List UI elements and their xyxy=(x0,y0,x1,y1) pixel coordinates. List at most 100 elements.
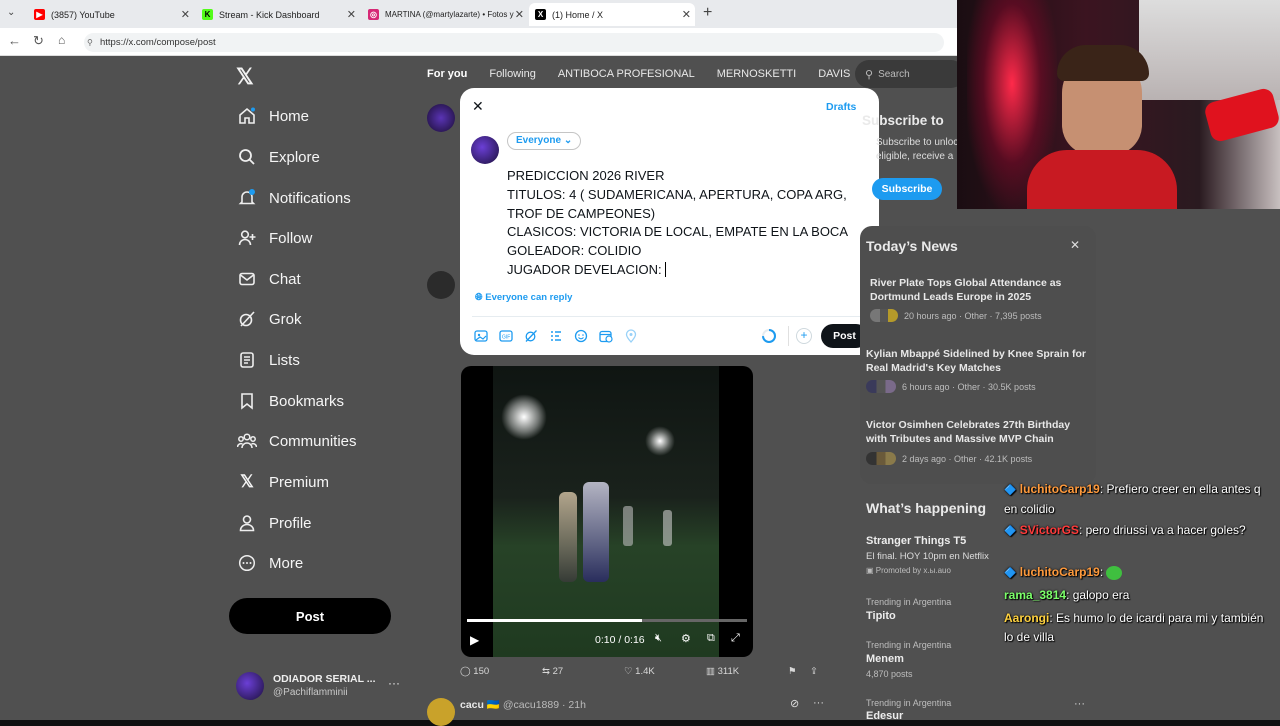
trend-title[interactable]: Edesur xyxy=(866,710,903,722)
browser-tab-instagram[interactable]: ◎ MARTINA (@martylazarte) • Fotos y ✕ xyxy=(362,3,528,26)
play-icon[interactable]: ▶ xyxy=(470,633,479,647)
share-icon[interactable]: ⇪ xyxy=(810,666,818,677)
tab-for-you[interactable]: For you xyxy=(427,68,467,80)
gif-icon[interactable]: GIF xyxy=(499,329,513,343)
x-favicon-icon: X xyxy=(535,9,546,20)
reload-icon[interactable]: ↻ xyxy=(33,33,44,49)
search-placeholder: Search xyxy=(878,68,910,80)
back-arrow-icon[interactable]: ← xyxy=(8,33,21,48)
more-dots-icon[interactable]: ··· xyxy=(813,697,824,709)
audience-label: Everyone xyxy=(516,135,562,146)
mute-icon[interactable]: 🔇︎ xyxy=(655,632,662,645)
sidebar-item-more[interactable]: More xyxy=(237,548,303,578)
tab-davis[interactable]: DAVIS xyxy=(818,68,850,80)
browser-tab-youtube[interactable]: ▶ (3857) YouTube ✕ xyxy=(28,3,194,26)
tab-close-icon[interactable]: ✕ xyxy=(515,8,524,21)
tab-list-chevron-icon[interactable]: ⌄ xyxy=(7,7,15,18)
reply-settings-button[interactable]: 🌐︎ Everyone can reply xyxy=(475,292,572,303)
sidebar-item-premium[interactable]: 𝕏 Premium xyxy=(237,467,329,497)
poll-icon[interactable] xyxy=(549,329,563,343)
bookmark-icon[interactable]: ⚑ xyxy=(788,666,797,677)
repost-button[interactable]: ⇆ 27 xyxy=(542,666,563,677)
subscribe-text: Subscribe to unloc xyxy=(876,137,959,148)
audience-selector[interactable]: Everyone ⌄ xyxy=(507,132,582,150)
view-count: 311K xyxy=(717,666,740,677)
sidebar-item-notifications[interactable]: Notifications xyxy=(237,183,351,213)
news-meta-text: 6 hours ago · Other · 30.5K posts xyxy=(902,381,1036,392)
trend-title[interactable]: Menem xyxy=(866,653,904,665)
x-logo-icon: 𝕏 xyxy=(240,472,254,491)
player-figure xyxy=(663,510,672,546)
reply-button[interactable]: ◯ 150 xyxy=(460,666,489,677)
views-button[interactable]: ▥ 311K xyxy=(706,666,739,677)
more-dots-icon[interactable]: ··· xyxy=(388,676,400,690)
url-text: https://x.com/compose/post xyxy=(100,37,216,48)
sidebar-item-bookmarks[interactable]: Bookmarks xyxy=(237,386,344,416)
avatar xyxy=(236,672,264,700)
url-input[interactable]: ⚲ https://x.com/compose/post xyxy=(84,33,944,52)
browser-tab-kick[interactable]: K Stream - Kick Dashboard ✕ xyxy=(196,3,360,26)
sidebar-item-grok[interactable]: Grok xyxy=(237,304,302,334)
video-progress-track[interactable] xyxy=(467,619,747,622)
sidebar-item-follow[interactable]: Follow xyxy=(237,223,312,253)
news-headline[interactable]: Kylian Mbappé Sidelined by Knee Sprain f… xyxy=(866,348,1091,375)
avatar[interactable] xyxy=(427,698,455,726)
tab-title: MARTINA (@martylazarte) • Fotos y xyxy=(385,10,514,19)
compose-modal: ✕ Drafts Everyone ⌄ PREDICCION 2026 RIVE… xyxy=(460,88,879,355)
sidebar-item-profile[interactable]: Profile xyxy=(237,508,312,538)
pip-icon[interactable]: ⧉ xyxy=(707,632,715,645)
tab-antiboca-profesional[interactable]: ANTIBOCA PROFESIONAL xyxy=(558,68,695,80)
sidebar-item-communities[interactable]: Communities xyxy=(237,426,357,456)
browser-tab-x[interactable]: X (1) Home / X ✕ xyxy=(529,3,695,26)
tab-close-icon[interactable]: ✕ xyxy=(181,8,190,21)
avatar[interactable] xyxy=(427,104,455,132)
image-icon[interactable] xyxy=(474,329,488,343)
news-headline[interactable]: Victor Osimhen Celebrates 27th Birthday … xyxy=(866,419,1091,446)
sidebar-item-explore[interactable]: Explore xyxy=(237,142,320,172)
compose-line: TROF DE CAMPEONES) xyxy=(507,205,656,221)
like-button[interactable]: ♡ 1.4K xyxy=(624,666,655,677)
subscribe-button[interactable]: Subscribe xyxy=(872,178,942,200)
grok-icon[interactable]: ⊘ xyxy=(790,697,799,710)
avatar xyxy=(471,136,499,164)
search-input[interactable]: ⚲ Search xyxy=(855,60,965,88)
badge-icon: 🔷 xyxy=(1004,485,1017,496)
grok-icon[interactable] xyxy=(524,329,538,343)
tab-close-icon[interactable]: ✕ xyxy=(682,8,691,21)
site-info-icon[interactable]: ⚲ xyxy=(87,33,93,52)
tab-close-icon[interactable]: ✕ xyxy=(347,8,356,21)
post-author[interactable]: cacu xyxy=(460,699,484,711)
more-dots-icon[interactable]: ··· xyxy=(1074,698,1085,710)
sidebar-item-home[interactable]: Home xyxy=(237,101,309,131)
streamer-shirt xyxy=(1027,150,1177,209)
trend-context: Trending in Argentina xyxy=(866,640,952,650)
settings-gear-icon[interactable]: ⚙ xyxy=(681,632,691,645)
close-icon[interactable]: ✕ xyxy=(1070,238,1080,252)
tab-title: Stream - Kick Dashboard xyxy=(219,9,320,20)
tab-mernosketti[interactable]: MERNOSKETTI xyxy=(717,68,796,80)
trend-title[interactable]: Tipito xyxy=(866,610,896,622)
new-tab-plus-icon[interactable]: + xyxy=(703,4,712,22)
tab-following[interactable]: Following xyxy=(489,68,535,80)
sidebar-post-button[interactable]: Post xyxy=(229,598,391,634)
video-player[interactable]: ▶ 0:10 / 0:16 🔇︎ ⚙ ⧉ ⤢ xyxy=(461,366,753,657)
account-switcher[interactable]: ODIADOR SERIAL ... @Pachiflamminii ··· xyxy=(236,672,401,702)
home-page-icon[interactable]: ⌂ xyxy=(58,33,65,47)
trend-title[interactable]: Stranger Things T5 xyxy=(866,535,966,547)
avatar[interactable] xyxy=(427,271,455,299)
add-post-plus-icon[interactable]: + xyxy=(796,328,812,344)
heart-icon: ♡ xyxy=(624,666,633,677)
compose-textarea[interactable]: PREDICCION 2026 RIVER TITULOS: 4 ( SUDAM… xyxy=(507,167,872,280)
fullscreen-icon[interactable]: ⤢ xyxy=(731,632,740,645)
sidebar-item-label: Communities xyxy=(269,432,357,450)
chevron-down-icon: ⌄ xyxy=(563,135,573,146)
sidebar-item-chat[interactable]: Chat xyxy=(237,264,301,294)
emoji-icon[interactable] xyxy=(574,329,588,343)
drafts-button[interactable]: Drafts xyxy=(826,101,856,113)
news-headline[interactable]: River Plate Tops Global Attendance as Do… xyxy=(870,277,1090,304)
close-icon[interactable]: ✕ xyxy=(472,98,484,115)
sidebar-item-lists[interactable]: Lists xyxy=(237,345,300,375)
location-pin-icon[interactable] xyxy=(624,329,638,343)
account-handle: @Pachiflamminii xyxy=(273,687,348,698)
schedule-icon[interactable] xyxy=(599,329,613,343)
